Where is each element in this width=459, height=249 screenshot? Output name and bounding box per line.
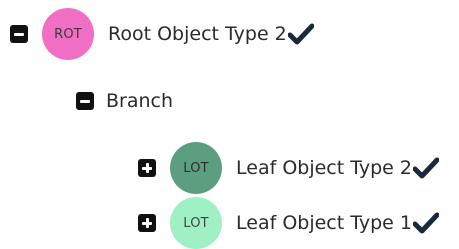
expand-toggle-icon[interactable]: [138, 214, 156, 232]
avatar: LOT: [170, 197, 222, 249]
tree-node-root[interactable]: ROT Root Object Type 2: [10, 8, 314, 60]
checkmark-icon: [413, 212, 440, 234]
node-label[interactable]: Root Object Type 2: [108, 23, 287, 45]
avatar-text: LOT: [183, 215, 209, 231]
avatar-text: LOT: [183, 160, 209, 176]
avatar: ROT: [42, 8, 94, 60]
avatar: LOT: [170, 142, 222, 194]
collapse-toggle-icon[interactable]: [76, 92, 94, 110]
tree-node-leaf[interactable]: LOT Leaf Object Type 2: [138, 142, 440, 194]
checkmark-icon: [413, 157, 440, 179]
avatar-text: ROT: [54, 26, 82, 42]
tree-node-branch[interactable]: Branch: [76, 75, 173, 127]
node-label[interactable]: Leaf Object Type 1: [236, 212, 412, 234]
node-label[interactable]: Leaf Object Type 2: [236, 157, 412, 179]
node-label[interactable]: Branch: [106, 90, 173, 112]
tree-node-leaf[interactable]: LOT Leaf Object Type 1: [138, 197, 440, 249]
collapse-toggle-icon[interactable]: [10, 25, 28, 43]
checkmark-icon: [287, 23, 314, 45]
expand-toggle-icon[interactable]: [138, 159, 156, 177]
